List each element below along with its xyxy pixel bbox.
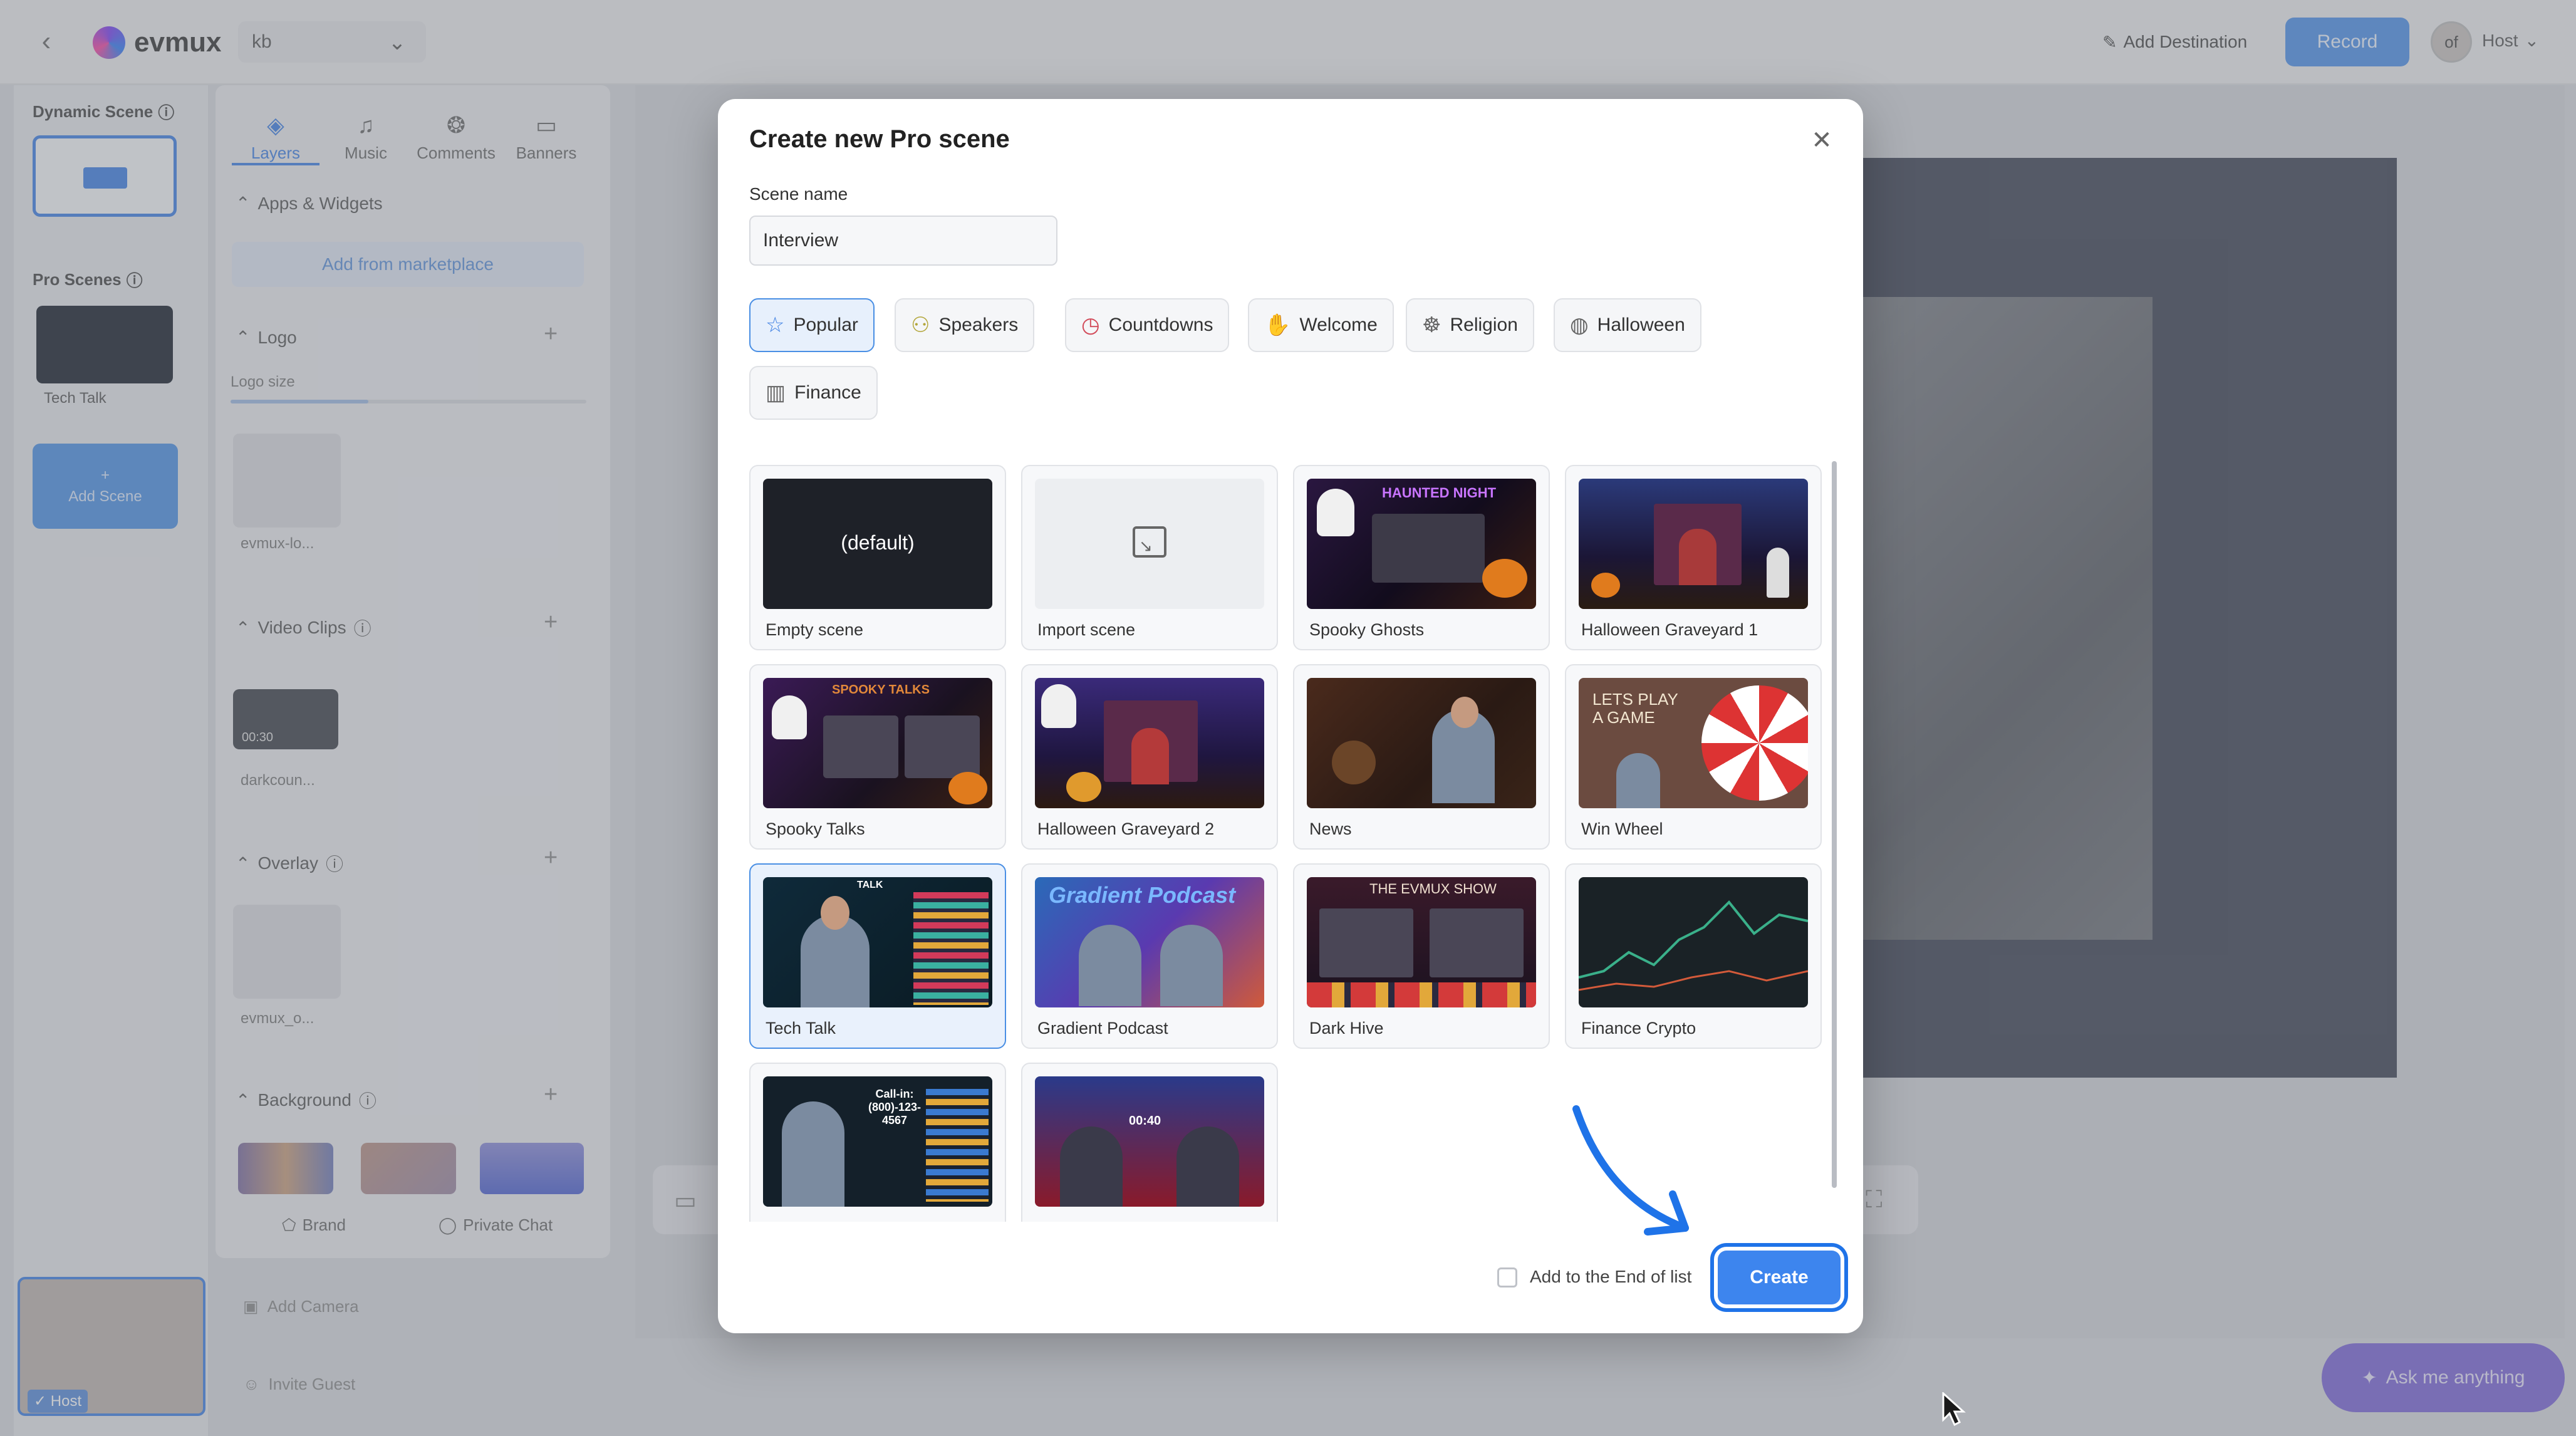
scene-name-label: Scene name [749,184,848,204]
template-thumbnail [1579,479,1808,609]
template-card-import-scene[interactable]: ↘ Import scene [1021,465,1278,650]
template-thumbnail [1579,877,1808,1007]
star-icon: ☆ [766,313,785,337]
import-icon: ↘ [1133,526,1166,558]
pumpkin-icon: ◍ [1570,313,1589,337]
template-label: Finance Crypto [1581,1019,1696,1038]
template-card-finance-crypto[interactable]: Finance Crypto [1565,863,1822,1049]
close-icon[interactable]: ✕ [1804,123,1839,158]
finance-chart-icon: ▥ [766,381,786,405]
template-card-spooky-ghosts[interactable]: HAUNTED NIGHT Spooky Ghosts [1293,465,1550,650]
template-thumbnail: THE EVMUX SHOW [1307,877,1536,1007]
template-label: Tech Talk [766,1019,836,1038]
thumb-text: LETS PLAY A GAME [1592,690,1678,727]
template-label: Win Wheel [1581,819,1663,838]
thumb-text: HAUNTED NIGHT [1382,485,1497,501]
template-thumbnail: 00:40 [1035,1076,1264,1207]
template-card-halloween-graveyard-1[interactable]: Halloween Graveyard 1 [1565,465,1822,650]
category-countdowns-label: Countdowns [1108,315,1213,335]
template-grid-scrollbar-thumb[interactable] [1832,461,1837,1188]
create-button[interactable]: Create [1718,1251,1841,1304]
template-card-call-in[interactable]: Call-in: (800)-123-4567 [749,1063,1006,1222]
scene-name-input[interactable] [749,216,1057,266]
template-label: Gradient Podcast [1037,1019,1168,1038]
template-card-win-wheel[interactable]: LETS PLAY A GAME Win Wheel [1565,664,1822,850]
template-card-news[interactable]: News [1293,664,1550,850]
category-welcome[interactable]: ✋ Welcome [1248,298,1394,352]
template-label: Halloween Graveyard 2 [1037,819,1215,838]
category-halloween-label: Halloween [1597,315,1685,335]
category-speakers-label: Speakers [938,315,1019,335]
template-thumbnail: ↘ [1035,479,1264,609]
dialog-title: Create new Pro scene [749,125,1010,153]
category-halloween[interactable]: ◍ Halloween [1554,298,1701,352]
template-card-gradient-podcast[interactable]: Gradient Podcast Gradient Podcast [1021,863,1278,1049]
mouse-cursor-icon [1942,1392,1966,1427]
finance-chart-graphic [1579,900,1808,991]
template-label: News [1309,819,1352,838]
template-thumbnail [1035,678,1264,808]
template-thumbnail: TALK [763,877,992,1007]
category-popular-label: Popular [793,315,858,335]
add-to-end-checkbox[interactable] [1497,1267,1517,1288]
template-label: Halloween Graveyard 1 [1581,620,1758,639]
thumb-text: Gradient Podcast [1049,882,1236,908]
template-label: Empty scene [766,620,864,639]
template-label: Spooky Ghosts [1309,620,1425,639]
category-finance-label: Finance [794,382,861,403]
template-card-dark-hive[interactable]: THE EVMUX SHOW Dark Hive [1293,863,1550,1049]
template-thumbnail: Gradient Podcast [1035,877,1264,1007]
template-thumbnail: HAUNTED NIGHT [1307,479,1536,609]
template-thumbnail: SPOOKY TALKS [763,678,992,808]
template-card-halloween-graveyard-2[interactable]: Halloween Graveyard 2 [1021,664,1278,850]
category-popular[interactable]: ☆ Popular [749,298,875,352]
thumb-text: 00:40 [1129,1114,1161,1128]
category-finance[interactable]: ▥ Finance [749,366,878,420]
thumb-text: THE EVMUX SHOW [1369,881,1497,897]
template-card-news-studio[interactable]: 00:40 [1021,1063,1278,1222]
clock-icon: ◷ [1081,313,1100,337]
category-countdowns[interactable]: ◷ Countdowns [1065,298,1230,352]
template-card-empty-scene[interactable]: (default) Empty scene [749,465,1006,650]
template-label: Spooky Talks [766,819,865,838]
thumb-text: SPOOKY TALKS [832,683,930,697]
add-to-end-label: Add to the End of list [1530,1267,1692,1286]
thumb-text: TALK [857,880,883,890]
religion-icon: ☸ [1422,313,1441,337]
thumb-text: (default) [841,531,915,554]
thumb-text: Call-in: (800)-123-4567 [868,1088,922,1126]
template-card-spooky-talks[interactable]: SPOOKY TALKS Spooky Talks [749,664,1006,850]
speakers-icon: ⚇ [911,313,930,337]
template-label: Dark Hive [1309,1019,1384,1038]
category-speakers[interactable]: ⚇ Speakers [895,298,1035,352]
category-religion[interactable]: ☸ Religion [1406,298,1534,352]
template-label: Import scene [1037,620,1136,639]
wave-hand-icon: ✋ [1264,313,1291,337]
template-thumbnail: Call-in: (800)-123-4567 [763,1076,992,1207]
category-welcome-label: Welcome [1299,315,1378,335]
template-card-tech-talk[interactable]: TALK Tech Talk [749,863,1006,1049]
template-thumbnail [1307,678,1536,808]
category-religion-label: Religion [1450,315,1518,335]
template-thumbnail: LETS PLAY A GAME [1579,678,1808,808]
template-thumbnail: (default) [763,479,992,609]
pointer-arrow-icon [1572,1105,1689,1236]
